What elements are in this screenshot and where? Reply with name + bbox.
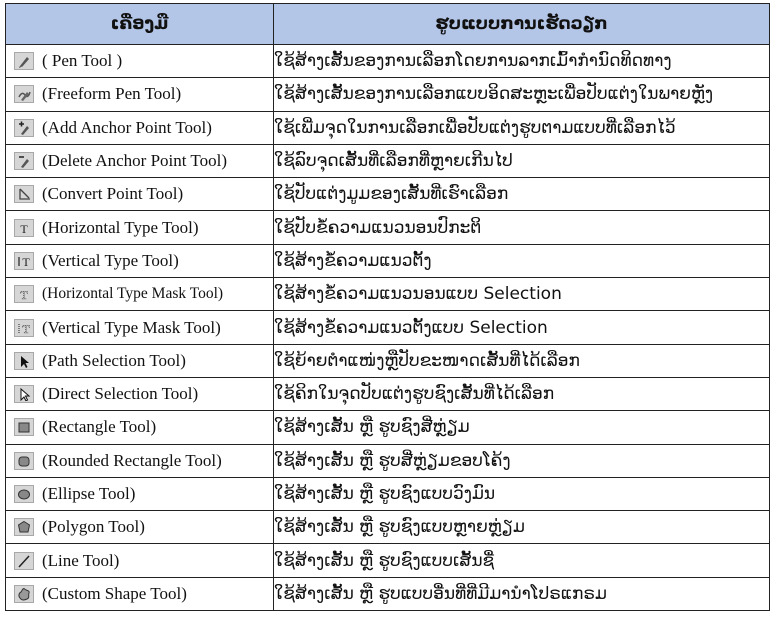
- vertical-type-mask-tool-icon: T: [14, 318, 34, 337]
- tool-description: ໃຊ້ສ້າງເສັ້ນຂອງການເລືອກແບບອິດສະຫຼະເພື່ອປ…: [273, 77, 770, 112]
- tool-name: ( Pen Tool ): [42, 51, 123, 71]
- tool-name: (Vertical Type Tool): [42, 250, 179, 270]
- tool-description: ໃຊ້ສ້າງເສັ້ນ ຫຼື ຮູບຊົງແບບຫຼາຍຫຼ່ຽມ: [273, 510, 770, 545]
- table-row: T (Horizontal Type Tool) ໃຊ້ປັບຂໍ້ຄວາມແນວນ…: [5, 210, 770, 245]
- path-selection-tool-icon: [14, 351, 34, 370]
- table-row: (Convert Point Tool) ໃຊ້ປັບແຕ່ງມູມຂອງເສັ້…: [5, 177, 770, 212]
- tool-description: ໃຊ້ສ້າງເສັ້ນ ຫຼື ຮູບຊົງແບບວົງມົນ: [273, 476, 770, 512]
- tool-name: (Horizontal Type Mask Tool): [42, 285, 224, 303]
- pen-tool-icon: [14, 52, 34, 71]
- tool-cell: (Path Selection Tool): [5, 343, 274, 378]
- tool-description: ໃຊ້ເພີ່ມຈຸດໃນການເລືອກເພື່ອປັບແຕ່ງຮູບຕາມແ…: [273, 110, 770, 145]
- tool-name: (Ellipse Tool): [42, 484, 136, 503]
- tool-name: (Direct Selection Tool): [42, 384, 199, 404]
- tool-name: (Line Tool): [42, 550, 120, 570]
- add-anchor-point-tool-icon: [14, 118, 34, 137]
- tool-description: ໃຊ້ສ້າງເສັ້ນ ຫຼື ຮູບຊົງສີ່ຫຼ່ຽມ: [273, 410, 770, 445]
- tool-cell: (Ellipse Tool): [5, 476, 274, 512]
- tool-name: (Vertical Type Mask Tool): [42, 317, 221, 337]
- tool-description: ໃຊ້ສ້າງເສັ້ນ ຫຼື ຮູບຊົງແບບເສັ້ນຊື່: [273, 543, 770, 578]
- tool-cell: T (Horizontal Type Mask Tool): [5, 277, 274, 312]
- tool-cell: (Custom Shape Tool): [5, 576, 274, 612]
- tool-description: ໃຊ້ສ້າງເສັ້ນ ຫຼື ຮູບສີ່ຫຼ່ຽມຂອບໂຄ້ງ: [273, 443, 770, 478]
- tool-description: ໃຊ້ປັບແຕ່ງມູມຂອງເສັ້ນທີ່ເຮົາເລືອກ: [273, 177, 770, 212]
- table-row: (Rounded Rectangle Tool) ໃຊ້ສ້າງເສັ້ນ ຫຼື…: [5, 443, 770, 478]
- table-row: ( Pen Tool ) ໃຊ້ສ້າງເສັ້ນຂອງການເລືອກໂດຍກາ…: [5, 43, 770, 79]
- tool-cell: (Convert Point Tool): [5, 177, 274, 212]
- tool-description: ໃຊ້ສ້າງຂໍ້ຄວາມແນວຕັ້ງ: [273, 243, 770, 279]
- tool-cell: (Add Anchor Point Tool): [5, 110, 274, 145]
- tool-description: ໃຊ້ຍ້າຍຕຳແໜ່ງຫຼືປັບຂະໜາດເສັ້ນທີ່ໄດ້ເລືອກ: [273, 343, 770, 378]
- tool-name: (Horizontal Type Tool): [42, 217, 199, 237]
- tool-name: (Convert Point Tool): [42, 184, 184, 204]
- tool-description: ໃຊ້ລົບຈຸດເສັ້ນທີ່ເລືອກທີ່ຫຼາຍເກີນໄປ: [273, 143, 770, 179]
- header-description: ຮູບແບບການເຮັດວຽກ: [273, 3, 770, 45]
- tool-cell: (Freeform Pen Tool): [5, 77, 274, 112]
- tool-name: (Path Selection Tool): [42, 350, 186, 370]
- table-row: (Freeform Pen Tool) ໃຊ້ສ້າງເສັ້ນຂອງການເລື…: [5, 77, 770, 112]
- tool-cell: T (Horizontal Type Tool): [5, 210, 274, 245]
- tool-cell: T (Vertical Type Mask Tool): [5, 310, 274, 345]
- tool-description: ໃຊ້ສ້າງຂໍ້ຄວາມແນວຕັ້ງແບບ Selection: [273, 310, 770, 345]
- tool-description: ໃຊ້ສ້າງຂໍ້ຄວາມແນວນອນແບບ Selection: [273, 277, 770, 312]
- horizontal-type-mask-tool-icon: T: [14, 285, 34, 304]
- tools-table: ເຄື່ອງມື ຮູບແບບການເຮັດວຽກ ( Pen Tool ) ໃຊ…: [5, 3, 770, 612]
- vertical-type-tool-icon: T: [14, 251, 34, 270]
- tool-cell: (Rectangle Tool): [5, 410, 274, 445]
- header-tool: ເຄື່ອງມື: [5, 3, 274, 45]
- table-row: (Ellipse Tool) ໃຊ້ສ້າງເສັ້ນ ຫຼື ຮູບຊົງແບບ…: [5, 476, 770, 512]
- tool-cell: (Direct Selection Tool): [5, 376, 274, 412]
- table-row: (Path Selection Tool) ໃຊ້ຍ້າຍຕຳແໜ່ງຫຼືປັບ…: [5, 343, 770, 378]
- table-row: (Add Anchor Point Tool) ໃຊ້ເພີ່ມຈຸດໃນການເ…: [5, 110, 770, 145]
- tool-description: ໃຊ້ສ້າງເສັ້ນ ຫຼື ຮູບແບບອື່ນທີ່ທີ່ມີມານຳໂ…: [273, 576, 770, 612]
- table-row: (Delete Anchor Point Tool) ໃຊ້ລົບຈຸດເສັ້ນ…: [5, 143, 770, 179]
- table-row: (Polygon Tool) ໃຊ້ສ້າງເສັ້ນ ຫຼື ຮູບຊົງແບບ…: [5, 510, 770, 545]
- tool-description: ໃຊ້ປັບຂໍ້ຄວາມແນວນອນປົກະຕິ: [273, 210, 770, 245]
- tool-name: (Rectangle Tool): [42, 417, 157, 437]
- table-row: T (Vertical Type Tool) ໃຊ້ສ້າງຂໍ້ຄວາມແນວຕັ…: [5, 243, 770, 279]
- table-row: T (Horizontal Type Mask Tool) ໃຊ້ສ້າງຂໍ້ຄວ…: [5, 277, 770, 312]
- tool-cell: (Rounded Rectangle Tool): [5, 443, 274, 478]
- tool-description: ໃຊ້ຄິກໃນຈຸດປັບແຕ່ງຮູບຊົງເສັ້ນທີ່ໄດ້ເລືອກ: [273, 376, 770, 412]
- tool-cell: (Polygon Tool): [5, 510, 274, 545]
- table-row: T (Vertical Type Mask Tool) ໃຊ້ສ້າງຂໍ້ຄວາມ…: [5, 310, 770, 345]
- tool-name: (Custom Shape Tool): [42, 583, 187, 603]
- rectangle-tool-icon: [14, 418, 34, 437]
- table-row: (Line Tool) ໃຊ້ສ້າງເສັ້ນ ຫຼື ຮູບຊົງແບບເສັ…: [5, 543, 770, 578]
- custom-shape-tool-icon: [14, 584, 34, 603]
- tool-cell: ( Pen Tool ): [5, 43, 274, 79]
- tool-cell: T (Vertical Type Tool): [5, 243, 274, 279]
- svg-text:T: T: [20, 288, 28, 301]
- svg-text:T: T: [20, 222, 28, 235]
- table-row: (Rectangle Tool) ໃຊ້ສ້າງເສັ້ນ ຫຼື ຮູບຊົງສ…: [5, 410, 770, 445]
- tool-name: (Freeform Pen Tool): [42, 84, 182, 104]
- tool-description: ໃຊ້ສ້າງເສັ້ນຂອງການເລືອກໂດຍການລາກເມົ້າກຳນ…: [273, 43, 770, 79]
- svg-text:T: T: [22, 255, 30, 268]
- tool-cell: (Delete Anchor Point Tool): [5, 143, 274, 179]
- tool-name: (Delete Anchor Point Tool): [42, 151, 227, 171]
- table-row: (Direct Selection Tool) ໃຊ້ຄິກໃນຈຸດປັບແຕ່…: [5, 376, 770, 412]
- ellipse-tool-icon: [14, 485, 34, 503]
- header-row: ເຄື່ອງມື ຮູບແບບການເຮັດວຽກ: [5, 3, 770, 45]
- delete-anchor-point-tool-icon: [14, 152, 34, 171]
- svg-text:T: T: [22, 322, 30, 335]
- tool-name: (Polygon Tool): [42, 517, 145, 537]
- direct-selection-tool-icon: [14, 385, 34, 404]
- tool-name: (Rounded Rectangle Tool): [42, 450, 222, 470]
- tool-cell: (Line Tool): [5, 543, 274, 578]
- line-tool-icon: [14, 551, 34, 570]
- rounded-rectangle-tool-icon: [14, 451, 34, 470]
- tool-name: (Add Anchor Point Tool): [42, 117, 212, 137]
- polygon-tool-icon: [14, 518, 34, 537]
- freeform-pen-tool-icon: [14, 85, 34, 104]
- table-row: (Custom Shape Tool) ໃຊ້ສ້າງເສັ້ນ ຫຼື ຮູບແ…: [5, 576, 770, 612]
- horizontal-type-tool-icon: T: [14, 218, 34, 237]
- convert-point-tool-icon: [14, 185, 34, 204]
